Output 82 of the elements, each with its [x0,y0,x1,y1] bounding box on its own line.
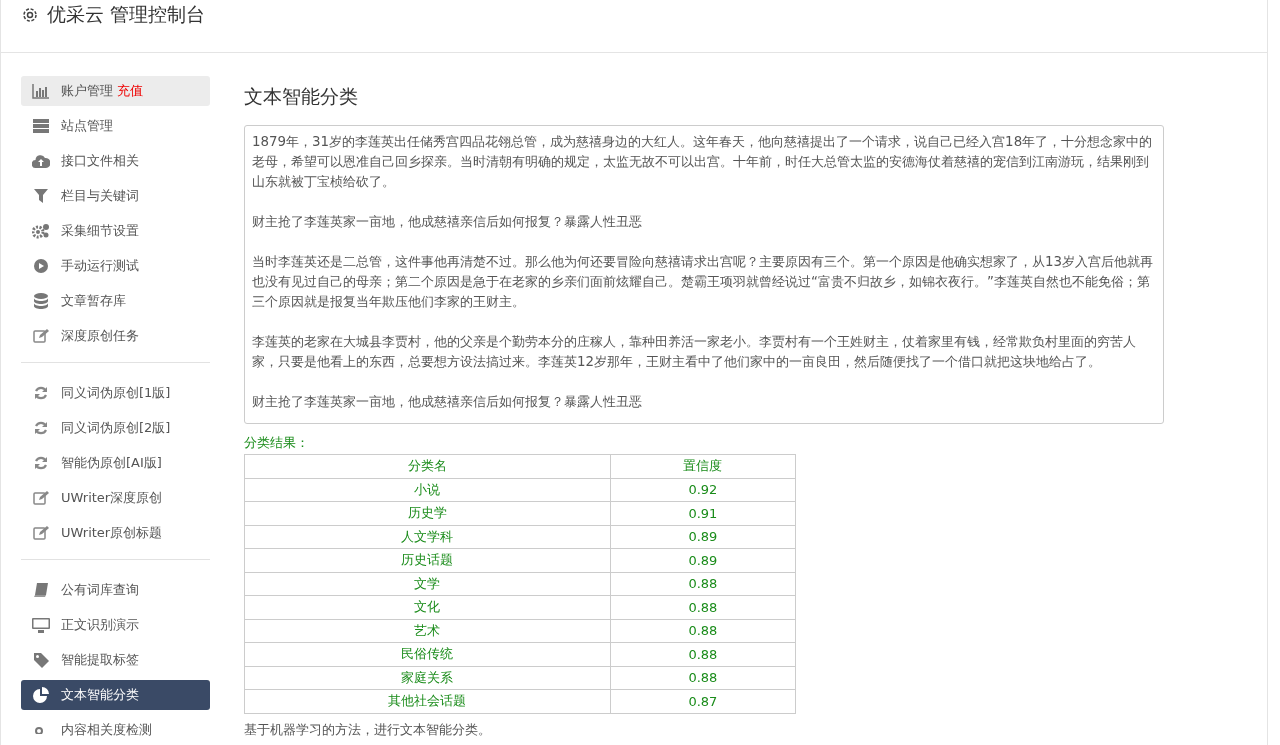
sidebar-label: 同义词伪原创[1版] [61,384,171,402]
table-cell: 0.87 [610,689,796,713]
sidebar-label: 智能提取标签 [61,651,139,669]
refresh-icon [34,456,48,470]
sidebar-item[interactable]: 文章暂存库 [21,286,210,316]
refresh-icon [34,421,48,435]
sidebar-item[interactable]: 栏目与关键词 [21,181,210,211]
table-cell: 人文学科 [244,525,611,549]
database-icon [34,293,48,309]
sidebar-item[interactable]: 内容相关度检测 [21,715,210,745]
sidebar-label: 站点管理 [61,117,113,135]
table-cell: 0.88 [610,642,796,666]
sidebar-label: 采集细节设置 [61,222,139,240]
table-cell: 其他社会话题 [244,689,611,713]
table-cell: 历史话题 [244,548,611,572]
text-input-field[interactable]: 1879年，31岁的李莲英出任储秀宫四品花翎总管，成为慈禧身边的大红人。这年春天，他向慈禧提出了一个请求，说自己已经入宫18年了，十分想念家中的老母，希望可以恩准自己回乡探亲。当时清朝有明确的规定，太监无故不可以出宫。十年前，时任大总管太监的安德海仗着慈禧的宠信到江南游玩，结果刚到山东就被丁宝桢给砍了。 财主抢了李莲英家一亩地，他成慈禧亲信后如何报复？暴露人性丑恶 当时李莲英还是二总管，这件事他再清楚不过。那么他为何还要冒险向慈禧请求出宫呢？主要原因有三个。第一个原因是他确实想家了，从13岁入宫后他就再也没有见过自己的母亲；第二个原因是急于在老家的乡亲们面前炫耀自己。楚霸王项羽就曾经说过“富贵不归故乡，如锦衣夜行。”李莲英自然也不能免俗；第三个原因就是报复当年欺压他们李家的王财主。 李莲英的老家在大城县李贾村，他的父亲是个勤劳本分的庄稼人，靠种田养活一家老小。李贾村有一个王姓财主，仗着家里有钱，经常欺负村里面的穷苦人家，只要是他看上的东西，总要想方设法搞过来。李莲英12岁那年，王财主看中了他们家中的一亩良田，然后随便找了一个借口就把这块地给占了。 财主抢了李莲英家一亩地，他成慈禧亲信后如何报复？暴露人性丑恶 [244,125,1164,424]
edit-icon [33,526,49,540]
sidebar-item[interactable]: UWriter原创标题 [21,518,210,548]
sidebar-item[interactable]: 同义词伪原创[1版] [21,378,210,408]
filter-icon [34,189,48,203]
cloud-upload-icon [32,154,50,168]
sidebar-label: 栏目与关键词 [61,187,139,205]
sidebar-item[interactable]: 正文识别演示 [21,610,210,640]
sidebar-item[interactable]: 站点管理 [21,111,210,141]
sidebar-label: 同义词伪原创[2版] [61,419,171,437]
recharge-link[interactable]: 充值 [117,82,143,100]
result-label: 分类结果： [244,435,309,452]
table-cell: 0.89 [610,525,796,549]
refresh-icon [34,386,48,400]
monitor-icon [32,617,50,633]
edit-icon [33,491,49,505]
app-title: 优采云 管理控制台 [47,1,206,27]
edit-icon [33,329,49,343]
sidebar-label: 文章暂存库 [61,292,126,310]
table-cell: 文学 [244,572,611,596]
book-icon [34,583,48,597]
table-cell: 0.91 [610,501,796,525]
table-cell: 历史学 [244,501,611,525]
page-title: 文本智能分类 [244,84,359,109]
play-icon [34,259,48,273]
sidebar-item[interactable]: 同义词伪原创[2版] [21,413,210,443]
table-cell: 0.88 [610,595,796,619]
settings-icon [21,5,39,24]
sidebar-label: 正文识别演示 [61,616,139,634]
sidebar-item[interactable]: 接口文件相关 [21,146,210,176]
sidebar-label: 深度原创任务 [61,327,139,345]
sidebar-item[interactable]: 采集细节设置 [21,216,210,246]
table-cell: 家庭关系 [244,666,611,690]
table-cell: 民俗传统 [244,642,611,666]
table-cell: 0.88 [610,572,796,596]
table-cell: 0.89 [610,548,796,572]
description-text: 基于机器学习的方法，进行文本智能分类。 [244,721,492,739]
sidebar-item[interactable]: 文本智能分类 [21,680,210,710]
sidebar-item[interactable]: 深度原创任务 [21,321,210,351]
tag-icon [33,652,49,668]
sidebar-item[interactable]: 智能伪原创[AI版] [21,448,210,478]
column-header: 分类名 [244,454,611,478]
table-cell: 文化 [244,595,611,619]
sidebar-item[interactable]: 账户管理 充值 [21,76,210,106]
sidebar-label: UWriter原创标题 [61,524,163,542]
table-cell: 小说 [244,478,611,502]
sidebar-label: 文本智能分类 [61,686,139,704]
sidebar-item[interactable]: 公有词库查询 [21,575,210,605]
sidebar-label: 公有词库查询 [61,581,139,599]
table-cell: 0.88 [610,666,796,690]
sidebar-label: 手动运行测试 [61,257,139,275]
server-icon [33,119,49,133]
sidebar-item[interactable]: 智能提取标签 [21,645,210,675]
sidebar-item[interactable]: UWriter深度原创 [21,483,210,513]
gears-icon [32,223,50,239]
pie-chart-icon [33,687,49,703]
table-cell: 0.88 [610,619,796,643]
sidebar-label: 内容相关度检测 [61,721,152,739]
sidebar-item[interactable]: 手动运行测试 [21,251,210,281]
sidebar-label: 账户管理 [61,82,113,100]
sidebar-label: 接口文件相关 [61,152,139,170]
column-header: 置信度 [610,454,796,478]
sidebar-label: 智能伪原创[AI版] [61,454,162,472]
bar-chart-icon [32,83,50,99]
sidebar-label: UWriter深度原创 [61,489,163,507]
table-cell: 艺术 [244,619,611,643]
table-cell: 0.92 [610,478,796,502]
